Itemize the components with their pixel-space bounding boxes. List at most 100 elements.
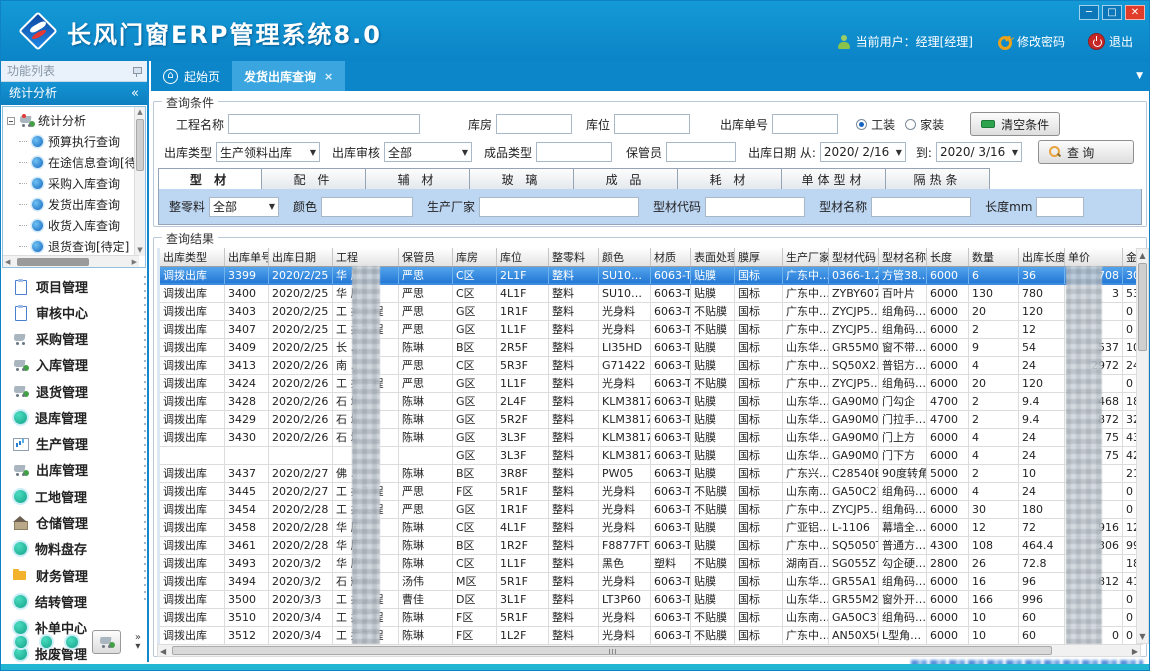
tree-item[interactable]: 退货查询[待定] bbox=[3, 236, 145, 257]
tree-item[interactable]: 预算执行查询 bbox=[3, 131, 145, 152]
table-row[interactable]: 调拨出库34282020/2/26石 城陈琳G区2L4F整料KLM3817606… bbox=[159, 392, 1143, 410]
grid-horizontal-scrollbar[interactable]: ◀▶ bbox=[157, 644, 1141, 657]
material-tab-隔热条[interactable]: 隔热条 bbox=[886, 168, 990, 190]
outbound-audit-select[interactable]: 全部▼ bbox=[384, 142, 472, 162]
sidebar-item-采购管理[interactable]: 采购管理 bbox=[1, 326, 141, 352]
stats-section-header[interactable]: 统计分析 « bbox=[1, 82, 147, 105]
length-input[interactable] bbox=[1036, 197, 1084, 217]
material-tab-辅材[interactable]: 辅 材 bbox=[366, 168, 470, 190]
column-header[interactable]: 库房 bbox=[453, 248, 497, 266]
column-header[interactable]: 表面处理 bbox=[691, 248, 735, 266]
tree-vertical-scrollbar[interactable]: ▲▼ bbox=[134, 107, 145, 256]
profile-name-input[interactable] bbox=[871, 197, 971, 217]
sidebar-item-工地管理[interactable]: 工地管理 bbox=[1, 483, 141, 509]
maximize-button[interactable]: □ bbox=[1102, 5, 1122, 20]
table-row[interactable]: 调拨出库34372020/2/27佛 …陈琳B区3R8F整料PW056063-T… bbox=[159, 464, 1143, 482]
project-name-input[interactable] bbox=[228, 114, 420, 134]
material-tab-型材[interactable]: 型 材 bbox=[158, 168, 262, 190]
column-header[interactable]: 保管员 bbox=[399, 248, 453, 266]
sidebar-item-财务管理[interactable]: 财务管理 bbox=[1, 562, 141, 588]
order-no-input[interactable] bbox=[772, 114, 838, 134]
column-header[interactable]: 颜色 bbox=[599, 248, 651, 266]
table-row[interactable]: 调拨出库34452020/2/27工 共工程严思F区5R1F整料光身料6063-… bbox=[159, 482, 1143, 500]
clear-conditions-button[interactable]: 清空条件 bbox=[970, 112, 1060, 136]
column-header[interactable]: 工程 bbox=[333, 248, 399, 266]
sidebar-item-入库管理[interactable]: 入库管理 bbox=[1, 352, 141, 378]
grid-vertical-scrollbar[interactable]: ▲▼ bbox=[1136, 248, 1149, 644]
sidebar-item-审核中心[interactable]: 审核中心 bbox=[1, 299, 141, 325]
tree-item[interactable]: 在途信息查询[待 bbox=[3, 152, 145, 173]
search-button[interactable]: 查 询 bbox=[1038, 140, 1134, 164]
sidebar-item-仓储管理[interactable]: 仓储管理 bbox=[1, 509, 141, 535]
warehouse-input[interactable] bbox=[496, 114, 572, 134]
change-password-button[interactable]: 修改密码 bbox=[997, 33, 1065, 50]
table-row[interactable]: 调拨出库34932020/3/2华 原…陈琳C区1L1F整料黑色塑料不贴膜国标湖… bbox=[159, 554, 1143, 572]
column-header[interactable]: 整零料 bbox=[549, 248, 599, 266]
profile-code-input[interactable] bbox=[705, 197, 805, 217]
material-tab-玻璃[interactable]: 玻 璃 bbox=[470, 168, 574, 190]
tree-expander-icon[interactable] bbox=[7, 117, 15, 125]
sidebar-item-物料盘存[interactable]: 物料盘存 bbox=[1, 536, 141, 562]
table-row[interactable]: 调拨出库34612020/2/28华 原…陈琳B区1R2F整料F8877FT60… bbox=[159, 536, 1143, 554]
column-header[interactable]: 长度 bbox=[927, 248, 969, 266]
table-row[interactable]: 调拨出库34582020/2/28华 原…陈琳C区4L1F整料光身料6063-T… bbox=[159, 518, 1143, 536]
color-input[interactable] bbox=[321, 197, 413, 217]
column-header[interactable]: 单价 bbox=[1065, 248, 1123, 266]
table-row[interactable]: 调拨出库34002020/2/25华 原…严思C区4L1F整料SU10…6063… bbox=[159, 284, 1143, 302]
minimize-button[interactable]: ─ bbox=[1079, 5, 1099, 20]
column-header[interactable]: 出库类型 bbox=[159, 248, 225, 266]
more-chevrons[interactable]: »▾ bbox=[135, 633, 141, 651]
table-row[interactable]: 调拨出库35122020/3/4工 共工程陈琳F区1L2F整料光身料6063-T… bbox=[159, 626, 1143, 644]
table-row[interactable]: 调拨出库34032020/2/25工 共工程严思G区1R1F整料光身料6063-… bbox=[159, 302, 1143, 320]
table-row[interactable]: 调拨出库34072020/2/25工 共工程严思G区1L1F整料光身料6063-… bbox=[159, 320, 1143, 338]
circle-icon[interactable] bbox=[15, 636, 27, 648]
tree-root[interactable]: 统计分析 bbox=[3, 107, 145, 131]
outbound-type-select[interactable]: 生产领料出库▼ bbox=[216, 142, 320, 162]
close-button[interactable]: ✕ bbox=[1125, 5, 1145, 20]
column-header[interactable]: 数量 bbox=[969, 248, 1019, 266]
table-row[interactable]: G区3L3F整料KLM38176063-T5贴膜国标山东华…GA90M09…门下… bbox=[159, 446, 1143, 464]
sidebar-item-结转管理[interactable]: 结转管理 bbox=[1, 588, 141, 614]
column-header[interactable]: 材质 bbox=[651, 248, 691, 266]
keeper-input[interactable] bbox=[666, 142, 736, 162]
tree-item[interactable]: 采购入库查询 bbox=[3, 173, 145, 194]
table-row[interactable]: 调拨出库35002020/3/3工 共工程曹佳D区3L1F整料LT3P60606… bbox=[159, 590, 1143, 608]
radio-industrial[interactable]: 工装 bbox=[856, 116, 895, 133]
table-row[interactable]: 调拨出库34092020/2/25长 …陈琳B区2R5F整料LI35HD6063… bbox=[159, 338, 1143, 356]
date-to-picker[interactable]: 2020/ 3/16▼ bbox=[936, 142, 1022, 162]
tab-close-icon[interactable]: × bbox=[324, 70, 333, 83]
table-row[interactable]: 调拨出库34292020/2/26石 城陈琳G区5R2F整料KLM3817606… bbox=[159, 410, 1143, 428]
material-tab-成品[interactable]: 成 品 bbox=[574, 168, 678, 190]
table-row[interactable]: 调拨出库34132020/2/26南 …严思C区5R3F整料G714226063… bbox=[159, 356, 1143, 374]
sidebar-item-项目管理[interactable]: 项目管理 bbox=[1, 273, 141, 299]
sidebar-item-出库管理[interactable]: 出库管理 bbox=[1, 457, 141, 483]
table-row[interactable]: 调拨出库33992020/2/25华 原…严思C区2L1F整料SU10…6063… bbox=[159, 266, 1143, 284]
cart-quick-button[interactable] bbox=[92, 630, 121, 654]
table-row[interactable]: 调拨出库34942020/3/2石 辉城汤伟M区5R1F整料光身料6063-T5… bbox=[159, 572, 1143, 590]
tree-horizontal-scrollbar[interactable]: ◀▶ bbox=[3, 255, 139, 267]
sidebar-splitter[interactable] bbox=[142, 273, 147, 603]
scrollbar-thumb[interactable] bbox=[17, 258, 89, 266]
column-header[interactable]: 出库日期 bbox=[269, 248, 333, 266]
tab-shipment-outbound-query[interactable]: 发货出库查询 × bbox=[232, 61, 345, 91]
tab-list-dropdown-icon[interactable]: ▼ bbox=[1136, 71, 1143, 81]
collapse-icon[interactable]: « bbox=[131, 82, 139, 105]
tree-item[interactable]: 收货入库查询 bbox=[3, 215, 145, 236]
column-header[interactable]: 生产厂家 bbox=[783, 248, 829, 266]
scrollbar-thumb[interactable] bbox=[136, 119, 144, 171]
scrollbar-thumb[interactable] bbox=[172, 646, 1052, 655]
date-from-picker[interactable]: 2020/ 2/16▼ bbox=[820, 142, 906, 162]
location-input[interactable] bbox=[614, 114, 690, 134]
tree-item[interactable]: 发货出库查询 bbox=[3, 194, 145, 215]
sidebar-item-退库管理[interactable]: 退库管理 bbox=[1, 404, 141, 430]
table-row[interactable]: 调拨出库35102020/3/4工 共工程陈琳F区5R1F整料光身料6063-T… bbox=[159, 608, 1143, 626]
column-header[interactable]: 出库长度 bbox=[1019, 248, 1065, 266]
sidebar-item-生产管理[interactable]: 生产管理 bbox=[1, 431, 141, 457]
column-header[interactable]: 型材名称 bbox=[879, 248, 927, 266]
circle-icon[interactable] bbox=[41, 636, 53, 648]
material-tab-配件[interactable]: 配 件 bbox=[262, 168, 366, 190]
table-row[interactable]: 调拨出库34542020/2/28工 共工程严思G区1R1F整料光身料6063-… bbox=[159, 500, 1143, 518]
whole-part-select[interactable]: 全部▼ bbox=[209, 197, 279, 217]
column-header[interactable]: 型材代码 bbox=[829, 248, 879, 266]
sidebar-item-退货管理[interactable]: 退货管理 bbox=[1, 378, 141, 404]
